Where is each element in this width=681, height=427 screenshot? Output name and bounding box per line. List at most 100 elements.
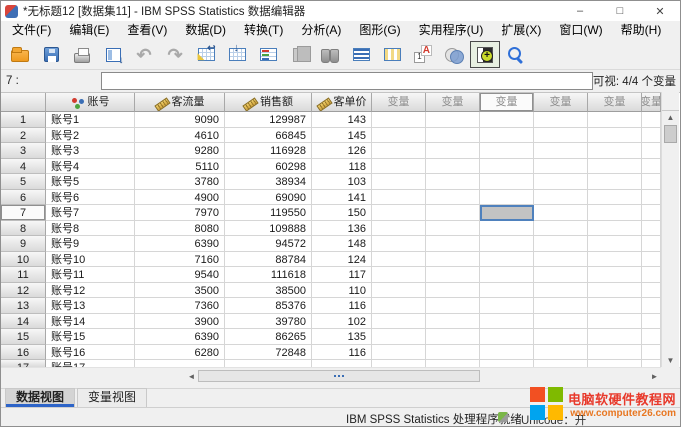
empty-variable-cell[interactable] (588, 190, 642, 206)
vertical-scroll-thumb[interactable] (664, 125, 677, 143)
column-header-销售额[interactable]: 销售额 (225, 93, 312, 112)
placeholder-column-header[interactable]: 变量 (426, 93, 480, 112)
empty-variable-cell[interactable] (588, 205, 642, 221)
empty-variable-cell[interactable] (480, 267, 534, 283)
empty-variable-cell[interactable] (426, 236, 480, 252)
grid-cell[interactable]: 60298 (225, 159, 312, 175)
toolbar-zoom-search-button[interactable] (501, 41, 531, 68)
empty-variable-cell[interactable] (372, 190, 426, 206)
grid-cell[interactable]: 86265 (225, 329, 312, 345)
empty-variable-cell[interactable] (588, 143, 642, 159)
grid-cell[interactable]: 116928 (225, 143, 312, 159)
empty-variable-cell[interactable] (642, 128, 661, 144)
empty-variable-cell[interactable] (642, 112, 661, 128)
empty-variable-cell[interactable] (534, 345, 588, 361)
empty-variable-cell[interactable] (480, 143, 534, 159)
grid-cell[interactable]: 账号7 (46, 205, 135, 221)
empty-variable-cell[interactable] (426, 128, 480, 144)
empty-variable-cell[interactable] (480, 236, 534, 252)
grid-cell[interactable]: 3780 (135, 174, 225, 190)
empty-variable-cell[interactable] (480, 298, 534, 314)
empty-variable-cell[interactable] (426, 190, 480, 206)
empty-variable-cell[interactable] (480, 128, 534, 144)
toolbar-descriptives-button[interactable] (284, 41, 314, 68)
grid-cell[interactable]: 39780 (225, 314, 312, 330)
row-number-cell[interactable]: 14 (1, 314, 46, 330)
menu-extensions[interactable]: 扩展(X) (492, 21, 550, 40)
empty-variable-cell[interactable] (480, 283, 534, 299)
empty-variable-cell[interactable] (588, 252, 642, 268)
empty-variable-cell[interactable] (534, 236, 588, 252)
toolbar-variable-sets-button[interactable] (439, 41, 469, 68)
column-header-账号[interactable]: 账号 (46, 93, 135, 112)
grid-cell[interactable]: 账号12 (46, 283, 135, 299)
empty-variable-cell[interactable] (372, 267, 426, 283)
tab-variable-view[interactable]: 变量视图 (77, 388, 147, 407)
toolbar-goto-case-button[interactable] (191, 41, 221, 68)
empty-variable-cell[interactable] (372, 345, 426, 361)
grid-cell[interactable]: 110 (312, 283, 372, 299)
empty-variable-cell[interactable] (534, 112, 588, 128)
cell-editor-input[interactable] (101, 72, 593, 90)
empty-variable-cell[interactable] (480, 112, 534, 128)
grid-cell[interactable]: 103 (312, 174, 372, 190)
menu-window[interactable]: 窗口(W) (550, 21, 611, 40)
toolbar-variables-button[interactable] (253, 41, 283, 68)
grid-cell[interactable]: 账号3 (46, 143, 135, 159)
maximize-button[interactable]: □ (600, 1, 640, 21)
grid-cell[interactable]: 9280 (135, 143, 225, 159)
close-button[interactable]: ✕ (640, 1, 680, 21)
empty-variable-cell[interactable] (372, 314, 426, 330)
grid-cell[interactable]: 116 (312, 298, 372, 314)
toolbar-find-button[interactable] (315, 41, 345, 68)
empty-variable-cell[interactable] (534, 298, 588, 314)
grid-cell[interactable]: 94572 (225, 236, 312, 252)
row-number-cell[interactable]: 2 (1, 128, 46, 144)
grid-cell[interactable]: 9540 (135, 267, 225, 283)
grid-cell[interactable]: 7360 (135, 298, 225, 314)
placeholder-column-header[interactable]: 变量 (480, 93, 534, 112)
toolbar-goto-variable-button[interactable] (222, 41, 252, 68)
empty-variable-cell[interactable] (642, 221, 661, 237)
empty-variable-cell[interactable] (534, 128, 588, 144)
empty-variable-cell[interactable] (588, 298, 642, 314)
row-number-cell[interactable]: 13 (1, 298, 46, 314)
empty-variable-cell[interactable] (426, 283, 480, 299)
empty-variable-cell[interactable] (480, 205, 534, 221)
grid-cell[interactable]: 7970 (135, 205, 225, 221)
grid-cell[interactable]: 129987 (225, 112, 312, 128)
menu-graphs[interactable]: 图形(G) (350, 21, 409, 40)
grid-cell[interactable]: 6390 (135, 329, 225, 345)
toolbar-save-button[interactable] (36, 41, 66, 68)
empty-variable-cell[interactable] (426, 143, 480, 159)
row-number-cell[interactable]: 9 (1, 236, 46, 252)
toolbar-redo-button[interactable]: ↷ (160, 41, 190, 68)
empty-variable-cell[interactable] (642, 252, 661, 268)
empty-variable-cell[interactable] (372, 159, 426, 175)
empty-variable-cell[interactable] (372, 360, 426, 367)
row-number-cell[interactable]: 5 (1, 174, 46, 190)
empty-variable-cell[interactable] (534, 267, 588, 283)
empty-variable-cell[interactable] (534, 174, 588, 190)
menu-help[interactable]: 帮助(H) (612, 21, 671, 40)
placeholder-column-header[interactable]: 变量 (642, 93, 661, 112)
empty-variable-cell[interactable] (426, 221, 480, 237)
empty-variable-cell[interactable] (588, 221, 642, 237)
grid-cell[interactable] (225, 360, 312, 367)
empty-variable-cell[interactable] (588, 360, 642, 367)
grid-cell[interactable]: 账号4 (46, 159, 135, 175)
horizontal-scroll-thumb[interactable] (198, 370, 480, 382)
menu-file[interactable]: 文件(F) (3, 21, 60, 40)
grid-cell[interactable] (135, 360, 225, 367)
empty-variable-cell[interactable] (372, 252, 426, 268)
menu-analyze[interactable]: 分析(A) (292, 21, 350, 40)
menu-view[interactable]: 查看(V) (118, 21, 176, 40)
empty-variable-cell[interactable] (534, 360, 588, 367)
grid-cell[interactable]: 9090 (135, 112, 225, 128)
empty-variable-cell[interactable] (480, 252, 534, 268)
empty-variable-cell[interactable] (534, 252, 588, 268)
grid-cell[interactable]: 141 (312, 190, 372, 206)
grid-cell[interactable]: 38500 (225, 283, 312, 299)
menu-transform[interactable]: 转换(T) (235, 21, 292, 40)
menu-utilities[interactable]: 实用程序(U) (410, 21, 493, 40)
